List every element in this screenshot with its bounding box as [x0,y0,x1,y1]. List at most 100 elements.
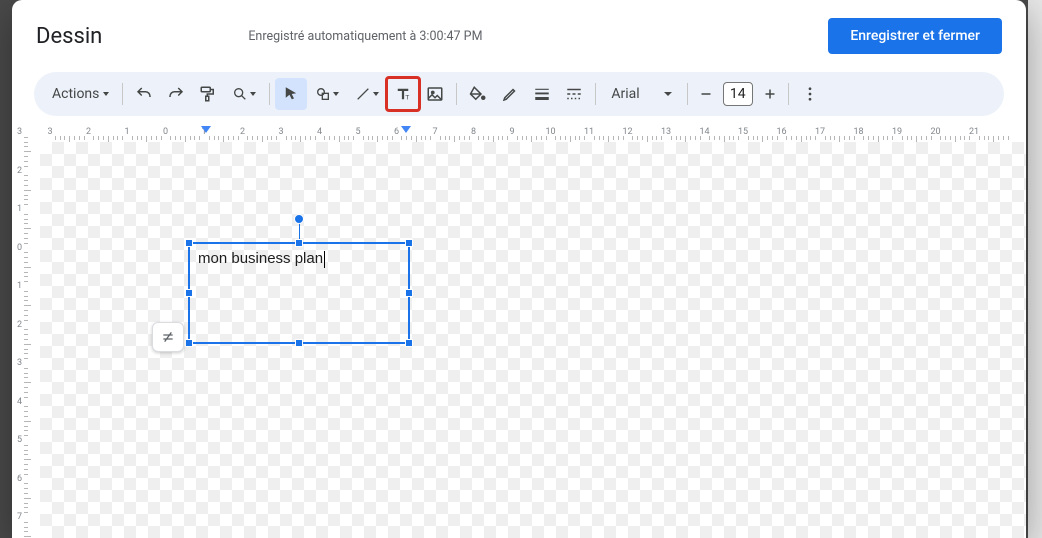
toolbar-separator [122,83,123,105]
ruler-label: 2 [240,127,245,137]
rotation-handle[interactable] [294,214,304,224]
resize-handle-se[interactable] [405,339,413,347]
ruler-label: 6 [394,127,399,137]
actions-label: Actions [52,86,99,102]
font-size-input[interactable] [723,82,753,106]
ruler-label: 15 [738,127,748,137]
border-color-button[interactable] [494,78,526,110]
ruler-label: 19 [892,127,902,137]
zoom-icon [232,86,248,102]
text-content: mon business plan [198,250,323,267]
drawing-dialog: Dessin Enregistré automatiquement à 3:00… [12,0,1026,538]
image-tool-button[interactable] [419,78,451,110]
fill-color-button[interactable] [462,78,494,110]
ruler-label: 7 [432,127,437,137]
shape-tool-button[interactable] [307,78,347,110]
autosave-status: Enregistré automatiquement à 3:00:47 PM [118,29,812,44]
actions-menu-button[interactable]: Actions [42,78,117,110]
text-caret [324,251,325,268]
floating-suggestion-button[interactable] [152,322,184,352]
ruler-label: 4 [17,397,22,407]
zoom-button[interactable] [224,78,264,110]
ruler-label: 9 [509,127,514,137]
save-and-close-button[interactable]: Enregistrer et fermer [828,18,1002,54]
ruler-label: 2 [86,127,91,137]
undo-button[interactable] [128,78,160,110]
ruler-label: 10 [545,127,555,137]
ruler-label: 1 [124,127,129,137]
toolbar-separator [595,83,596,105]
textbox-tool-button[interactable]: T [387,78,419,110]
toolbar-separator [456,83,457,105]
caret-down-icon [103,92,109,96]
border-weight-button[interactable] [526,78,558,110]
dialog-title: Dessin [36,24,102,49]
ruler-label: 5 [17,435,22,445]
paint-bucket-icon [469,85,487,103]
ruler-label: 17 [815,127,825,137]
font-size-control [693,78,783,110]
text-box-selected[interactable]: mon business plan [188,242,410,344]
ruler-label: 3 [47,127,52,137]
shapes-icon [315,86,331,102]
toolbar-separator [687,83,688,105]
ruler-label: 6 [17,474,22,484]
ruler-label: 1 [17,281,22,291]
increase-font-size-button[interactable] [757,78,783,110]
ruler-label: 16 [776,127,786,137]
resize-handle-s[interactable] [295,339,303,347]
font-family-selector[interactable]: Arial [601,78,681,110]
paint-format-button[interactable] [192,78,224,110]
ruler-label: 21 [969,127,979,137]
line-weight-icon [533,85,551,103]
canvas-area: 3210123456789101112131415161718192021 32… [12,124,1026,538]
ruler-label: 2 [17,320,22,330]
text-box-content[interactable]: mon business plan [190,244,408,274]
ruler-label: 0 [17,243,22,253]
ruler-label: 1 [17,204,22,214]
ruler-label: 3 [278,127,283,137]
toolbar-separator [269,83,270,105]
caret-down-icon [333,92,339,96]
undo-icon [135,85,153,103]
ruler-label: 3 [17,127,22,137]
ruler-label: 11 [584,127,594,137]
ruler-label: 0 [163,127,168,137]
pencil-icon [501,85,519,103]
ruler-label: 18 [853,127,863,137]
minus-icon [697,85,715,103]
horizontal-ruler[interactable]: 3210123456789101112131415161718192021 [40,124,1026,142]
ruler-label: 13 [661,127,671,137]
ruler-label: 8 [471,127,476,137]
ruler-label: 14 [699,127,709,137]
plus-icon [761,85,779,103]
more-options-button[interactable] [794,78,826,110]
more-vertical-icon [801,85,819,103]
textbox-icon: T [394,85,412,103]
ruler-label: 3 [17,358,22,368]
resize-handle-sw[interactable] [185,339,193,347]
vertical-ruler[interactable]: 321012345678 [12,124,30,538]
not-equal-icon [160,329,176,345]
redo-button[interactable] [160,78,192,110]
ruler-label: 20 [930,127,940,137]
redo-icon [167,85,185,103]
toolbar-separator [788,83,789,105]
ruler-label: 7 [17,512,22,522]
svg-text:T: T [406,94,410,101]
resize-handle-w[interactable] [185,289,193,297]
resize-handle-e[interactable] [405,289,413,297]
border-dash-button[interactable] [558,78,590,110]
background-strip [1028,0,1042,538]
paint-roller-icon [199,85,217,103]
ruler-label: 4 [317,127,322,137]
line-dash-icon [565,85,583,103]
select-tool-button[interactable] [275,78,307,110]
font-family-label: Arial [611,86,639,102]
caret-down-icon [373,92,379,96]
line-tool-button[interactable] [347,78,387,110]
ruler-label: 2 [17,166,22,176]
decrease-font-size-button[interactable] [693,78,719,110]
image-icon [426,85,444,103]
drawing-canvas[interactable]: mon business plan [40,142,1026,538]
